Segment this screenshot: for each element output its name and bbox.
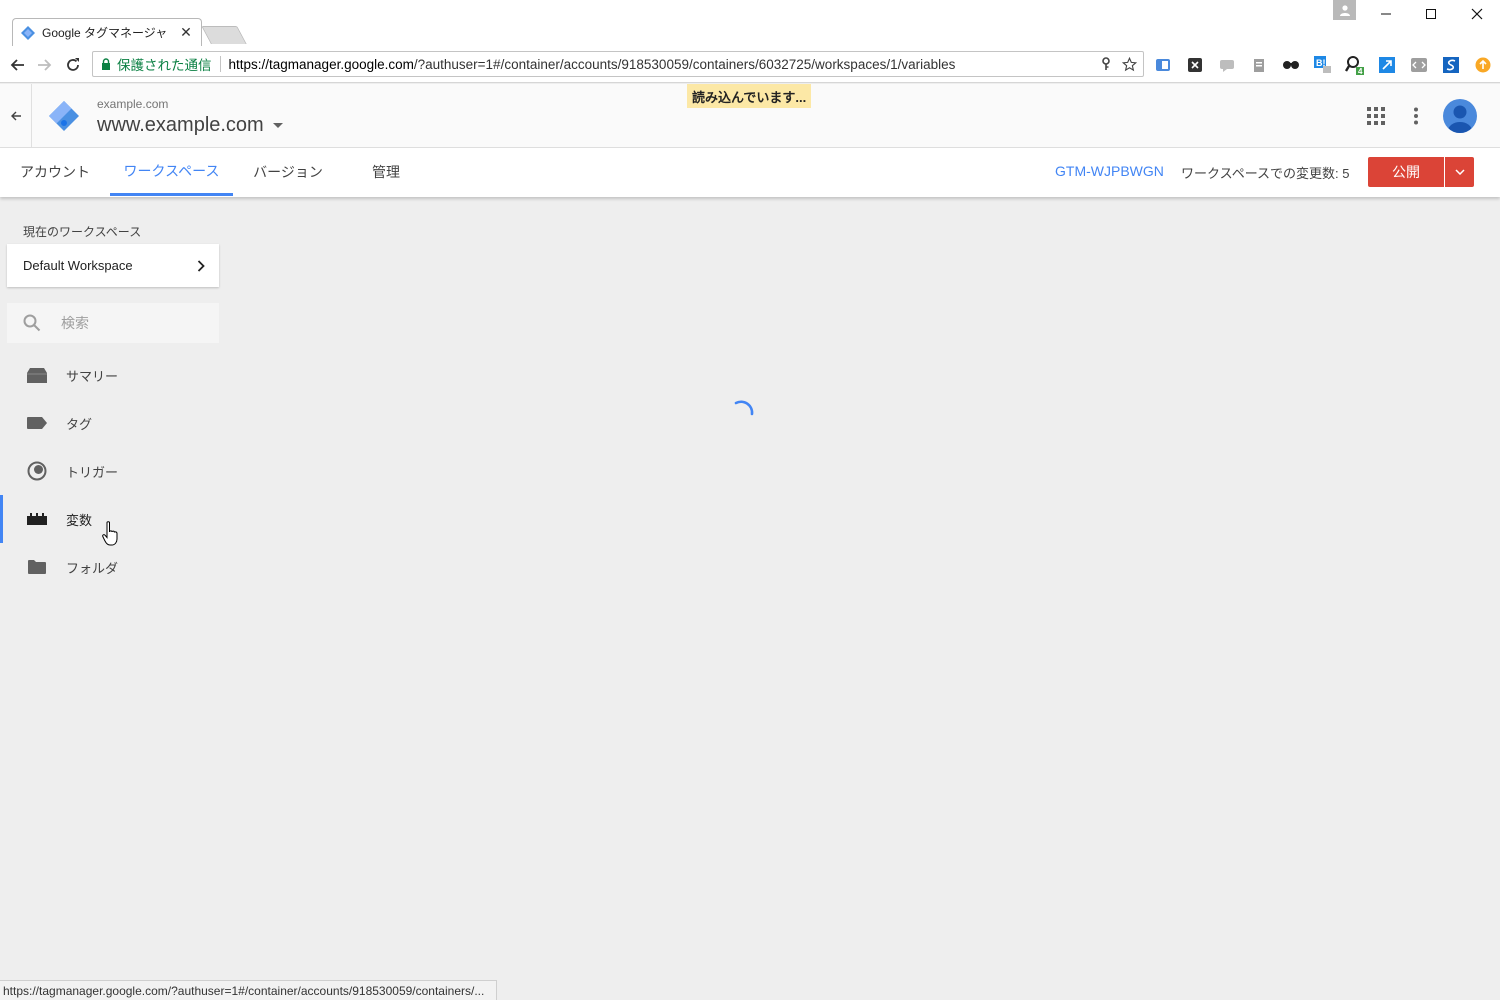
search-icon	[23, 314, 41, 332]
extension-x-icon[interactable]	[1184, 54, 1206, 76]
tab-account[interactable]: アカウント	[10, 148, 100, 196]
sidebar-item-triggers[interactable]: トリガー	[0, 447, 220, 495]
tab-close-icon[interactable]: ✕	[179, 24, 193, 41]
hand-cursor-icon	[102, 521, 118, 546]
extension-page-icon[interactable]	[1248, 54, 1270, 76]
tab-workspace[interactable]: ワークスペース	[110, 148, 233, 196]
extension-update-icon[interactable]	[1472, 54, 1494, 76]
tab-admin[interactable]: 管理	[351, 148, 421, 196]
browser-tab[interactable]: Google タグマネージャ ✕	[12, 18, 202, 46]
browser-toolbar: 保護された通信 https://tagmanager.google.com/?a…	[0, 46, 1500, 83]
workspace-navbar: アカウント ワークスペース バージョン 管理 GTM-WJPBWGN ワークスペ…	[0, 148, 1500, 197]
summary-icon	[26, 367, 47, 383]
workspace-name: Default Workspace	[23, 258, 133, 273]
lock-icon	[102, 58, 110, 70]
gtm-logo-icon	[49, 101, 79, 131]
workspace-changes: ワークスペースでの変更数: 5	[1181, 166, 1350, 181]
profile-icon[interactable]	[1333, 0, 1356, 20]
tab-title: Google タグマネージャ	[42, 26, 168, 40]
status-url-bubble: https://tagmanager.google.com/?authuser=…	[0, 980, 497, 1000]
variable-icon	[26, 511, 47, 527]
container-name: www.example.com	[97, 114, 264, 136]
search-input[interactable]: 検索	[61, 313, 89, 333]
key-icon[interactable]	[1100, 57, 1112, 71]
svg-text:4: 4	[1358, 67, 1363, 75]
minimize-icon[interactable]	[1371, 3, 1401, 25]
url-path: /?authuser=1#/container/accounts/9185300…	[413, 56, 956, 72]
reload-icon[interactable]	[62, 54, 84, 76]
back-icon[interactable]	[6, 54, 28, 76]
more-vert-icon[interactable]	[1412, 107, 1420, 125]
app-back-icon[interactable]	[6, 106, 26, 126]
account-name: example.com	[97, 97, 169, 111]
container-id[interactable]: GTM-WJPBWGN	[1055, 163, 1164, 179]
forward-icon[interactable]	[34, 54, 56, 76]
current-workspace-label: 現在のワークスペース	[23, 225, 142, 239]
folder-icon	[26, 559, 47, 575]
sidebar-search[interactable]: 検索	[7, 303, 219, 343]
extension-bar: B! 4	[1152, 54, 1494, 76]
sidebar-item-label: トリガー	[66, 464, 119, 480]
loading-spinner-icon	[734, 400, 754, 416]
url-text: https://tagmanager.google.com/?authuser=…	[229, 57, 1101, 72]
extension-chat-icon[interactable]	[1216, 54, 1238, 76]
sidebar-item-summary[interactable]: サマリー	[0, 351, 220, 399]
sidebar-item-tags[interactable]: タグ	[0, 399, 220, 447]
publish-dropdown-button[interactable]	[1445, 157, 1474, 187]
address-bar[interactable]: 保護された通信 https://tagmanager.google.com/?a…	[92, 51, 1144, 77]
header-divider	[31, 84, 32, 148]
close-window-icon[interactable]	[1462, 3, 1492, 25]
bookmark-star-icon[interactable]	[1122, 56, 1137, 72]
chevron-down-icon	[1454, 169, 1465, 175]
apps-grid-icon[interactable]	[1367, 107, 1385, 125]
tag-icon	[26, 415, 47, 431]
extension-s-icon[interactable]	[1440, 54, 1462, 76]
sidebar-item-folders[interactable]: フォルダ	[0, 543, 220, 591]
workspace-selector[interactable]: Default Workspace	[7, 244, 219, 287]
account-avatar[interactable]	[1443, 99, 1477, 133]
omnibox-divider	[219, 56, 221, 72]
publish-button[interactable]: 公開	[1368, 157, 1444, 187]
loading-indicator: 読み込んでいます...	[687, 84, 812, 108]
container-selector[interactable]: www.example.com	[97, 114, 283, 137]
chevron-right-icon	[197, 259, 205, 272]
container-dropdown-icon	[272, 123, 283, 128]
browser-titlebar: Google タグマネージャ ✕	[0, 0, 1500, 46]
sidebar-item-label: タグ	[66, 416, 93, 432]
maximize-icon[interactable]	[1416, 3, 1446, 25]
new-tab-button[interactable]	[201, 26, 247, 44]
sidebar-item-label: フォルダ	[66, 560, 119, 576]
sidebar-item-label: 変数	[66, 512, 93, 528]
extension-translate-icon[interactable]	[1152, 54, 1174, 76]
extension-search-icon[interactable]: 4	[1344, 54, 1366, 76]
sidebar-item-label: サマリー	[66, 368, 119, 384]
extension-expand-icon[interactable]	[1376, 54, 1398, 76]
url-host: https://tagmanager.google.com	[228, 56, 414, 72]
tab-versions[interactable]: バージョン	[243, 148, 333, 196]
secure-label: 保護された通信	[117, 58, 212, 73]
extension-glasses-icon[interactable]	[1280, 54, 1302, 76]
extension-b-icon[interactable]: B!	[1312, 54, 1334, 76]
extension-code-icon[interactable]	[1408, 54, 1430, 76]
trigger-icon	[26, 461, 47, 481]
gtm-favicon-icon	[21, 25, 35, 40]
